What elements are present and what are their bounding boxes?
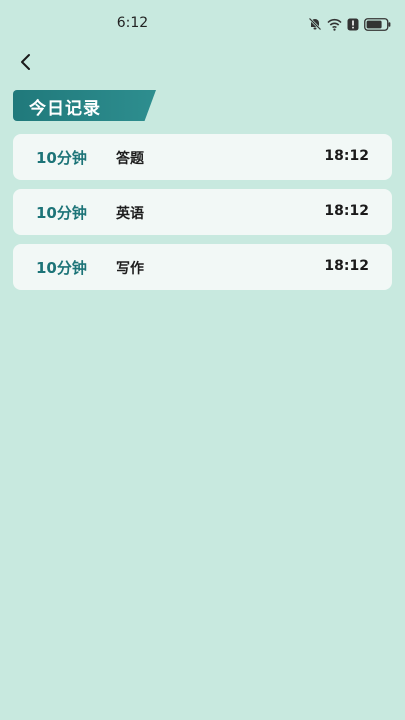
battery-icon bbox=[364, 17, 391, 31]
record-subject: 英语 bbox=[116, 206, 144, 222]
list-item[interactable]: 10分钟 写作 18:12 bbox=[13, 244, 392, 290]
status-bar: 6:12 bbox=[0, 0, 405, 48]
section-banner: 今日记录 bbox=[13, 90, 156, 121]
record-list: 10分钟 答题 18:12 10分钟 英语 18:12 10分钟 写作 18:1… bbox=[13, 134, 392, 299]
chevron-left-icon bbox=[19, 53, 33, 75]
list-item[interactable]: 10分钟 英语 18:12 bbox=[13, 189, 392, 235]
mute-bell-icon bbox=[308, 17, 322, 31]
status-time: 6:12 bbox=[116, 15, 149, 31]
back-button[interactable] bbox=[12, 50, 40, 78]
wifi-icon bbox=[327, 18, 342, 31]
record-time: 18:12 bbox=[324, 148, 369, 164]
record-subject: 写作 bbox=[116, 261, 144, 277]
record-time: 18:12 bbox=[324, 203, 369, 219]
record-time: 18:12 bbox=[324, 258, 369, 274]
record-subject: 答题 bbox=[116, 151, 144, 167]
list-item[interactable]: 10分钟 答题 18:12 bbox=[13, 134, 392, 180]
record-duration: 10分钟 bbox=[36, 259, 87, 277]
record-duration: 10分钟 bbox=[36, 149, 87, 167]
alert-icon bbox=[347, 18, 359, 31]
status-icons bbox=[308, 15, 391, 33]
section-title: 今日记录 bbox=[29, 99, 101, 119]
record-duration: 10分钟 bbox=[36, 204, 87, 222]
